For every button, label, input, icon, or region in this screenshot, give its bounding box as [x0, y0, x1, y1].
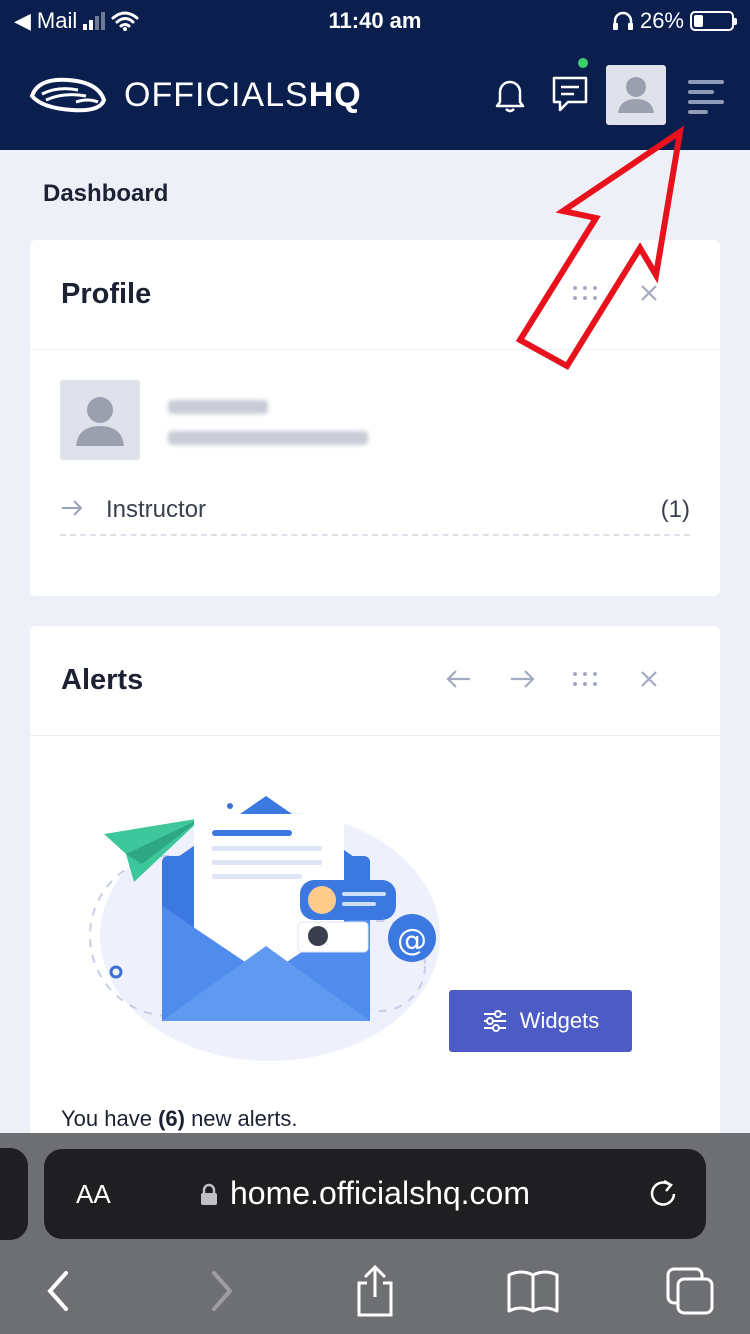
battery-percent: 26%: [639, 8, 684, 33]
alerts-summary: You have (6) new alerts.: [61, 1106, 298, 1131]
browser-toolbar: AA home.officialshq.com: [0, 1133, 750, 1334]
hamburger-menu-icon[interactable]: [688, 80, 728, 114]
messages-icon[interactable]: [548, 58, 592, 116]
arrow-left-icon[interactable]: [442, 662, 476, 696]
arrow-right-icon[interactable]: [505, 662, 539, 696]
drag-handle-icon[interactable]: [568, 276, 602, 310]
page-title: Dashboard: [43, 180, 169, 207]
widgets-button[interactable]: Widgets: [449, 990, 632, 1052]
mail-illustration: @: [89, 796, 440, 1061]
role-label: Instructor: [106, 496, 207, 523]
bookmarks-icon[interactable]: [503, 1261, 563, 1321]
profile-card-header: Profile: [30, 240, 720, 350]
lock-icon: [201, 1183, 217, 1205]
brand-logo[interactable]: OFFICIALSHQ: [28, 74, 362, 116]
notifications-bell-icon[interactable]: [488, 72, 532, 116]
reader-aa-button[interactable]: AA: [76, 1179, 111, 1210]
sliders-icon: [483, 1010, 506, 1032]
unread-dot: [578, 58, 588, 68]
profile-card-title: Profile: [61, 278, 152, 310]
share-icon[interactable]: [345, 1261, 405, 1321]
back-chevron-icon[interactable]: [30, 1261, 90, 1321]
reload-icon[interactable]: [646, 1177, 680, 1211]
alerts-card-header: Alerts: [30, 626, 720, 736]
profile-avatar[interactable]: [60, 380, 140, 460]
app-header: ◀ Mail 11:40 am 26% OFFICIALSHQ: [0, 0, 750, 150]
drag-handle-icon[interactable]: [568, 662, 602, 696]
forward-chevron-icon[interactable]: [190, 1261, 250, 1321]
alerts-card-title: Alerts: [61, 664, 144, 696]
alerts-count: (6): [158, 1106, 185, 1131]
user-avatar-button[interactable]: [606, 65, 666, 125]
close-icon[interactable]: [632, 276, 666, 310]
user-silhouette-icon: [76, 397, 124, 446]
role-row-instructor[interactable]: Instructor (1): [60, 490, 690, 536]
profile-card: Profile Instructor (1): [30, 240, 720, 596]
brand-wordmark: OFFICIALSHQ: [124, 75, 362, 114]
svg-text:@: @: [397, 923, 427, 958]
previous-tab-preview[interactable]: [0, 1148, 28, 1240]
role-count: (1): [660, 496, 690, 523]
alerts-card: Alerts @ Widgets You have (6) new alerts…: [30, 626, 720, 1186]
tabs-icon[interactable]: [660, 1261, 720, 1321]
url-text: home.officialshq.com: [230, 1175, 530, 1211]
user-silhouette-icon: [618, 77, 654, 113]
status-bar: ◀ Mail 11:40 am 26%: [0, 0, 750, 42]
arrow-right-icon: [60, 496, 84, 527]
close-icon[interactable]: [632, 662, 666, 696]
widgets-label: Widgets: [519, 1008, 600, 1033]
redacted-name: [168, 400, 268, 414]
redacted-email: [168, 431, 368, 445]
headphones-icon: [612, 11, 633, 30]
battery-icon: [690, 11, 737, 31]
shoe-logo-icon: [29, 77, 107, 113]
address-bar[interactable]: AA home.officialshq.com: [44, 1149, 706, 1239]
status-right: 26%: [612, 8, 737, 34]
